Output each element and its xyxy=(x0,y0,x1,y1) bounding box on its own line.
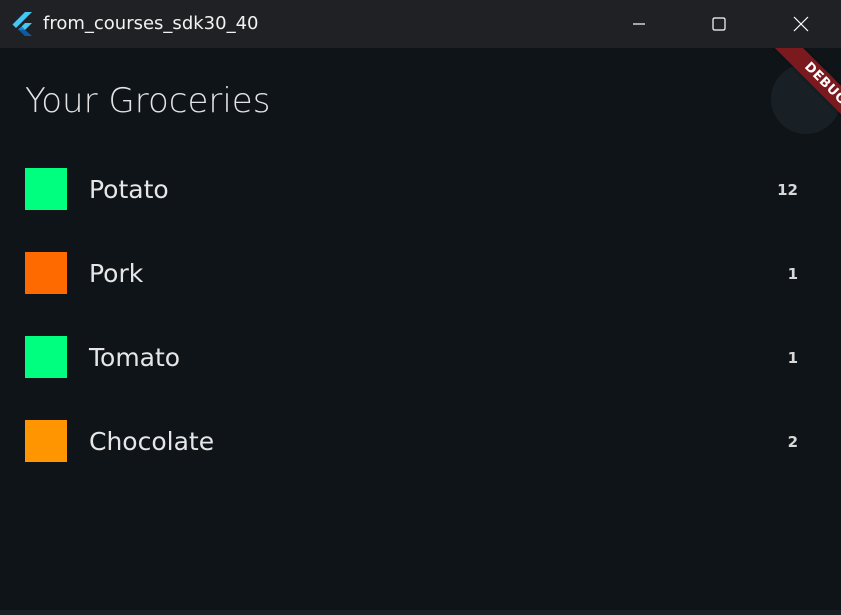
grocery-item-name: Chocolate xyxy=(89,427,215,456)
grocery-item-quantity: 1 xyxy=(787,265,798,283)
floating-action-button[interactable] xyxy=(771,64,841,134)
minimize-icon xyxy=(633,23,645,25)
grocery-item[interactable]: Chocolate 2 xyxy=(0,400,841,484)
color-swatch xyxy=(25,252,67,294)
grocery-item-name: Potato xyxy=(89,175,169,204)
grocery-item[interactable]: Tomato 1 xyxy=(0,316,841,400)
grocery-item-name: Pork xyxy=(89,259,144,288)
grocery-item-name: Tomato xyxy=(89,343,181,372)
close-icon xyxy=(793,16,809,32)
maximize-button[interactable] xyxy=(679,0,759,48)
grocery-item[interactable]: Pork 1 xyxy=(0,232,841,316)
color-swatch xyxy=(25,420,67,462)
title-bar[interactable]: from_courses_sdk30_40 xyxy=(0,0,841,48)
grocery-list: Potato 12 Pork 1 Tomato 1 Chocolate 2 xyxy=(0,148,841,484)
window-bottom-edge xyxy=(0,610,841,615)
app-window: from_courses_sdk30_40 Your Groceries Pot… xyxy=(0,0,841,615)
grocery-item-quantity: 12 xyxy=(777,181,798,199)
grocery-item-quantity: 2 xyxy=(787,433,798,451)
app-content: Your Groceries Potato 12 Pork 1 Tomato 1… xyxy=(0,48,841,615)
grocery-item[interactable]: Potato 12 xyxy=(0,148,841,232)
minimize-button[interactable] xyxy=(599,0,679,48)
close-button[interactable] xyxy=(761,0,841,48)
color-swatch xyxy=(25,168,67,210)
page-title: Your Groceries xyxy=(25,81,271,121)
window-title: from_courses_sdk30_40 xyxy=(43,13,259,34)
grocery-item-quantity: 1 xyxy=(787,349,798,367)
maximize-icon xyxy=(712,17,726,31)
flutter-icon xyxy=(12,12,34,36)
color-swatch xyxy=(25,336,67,378)
